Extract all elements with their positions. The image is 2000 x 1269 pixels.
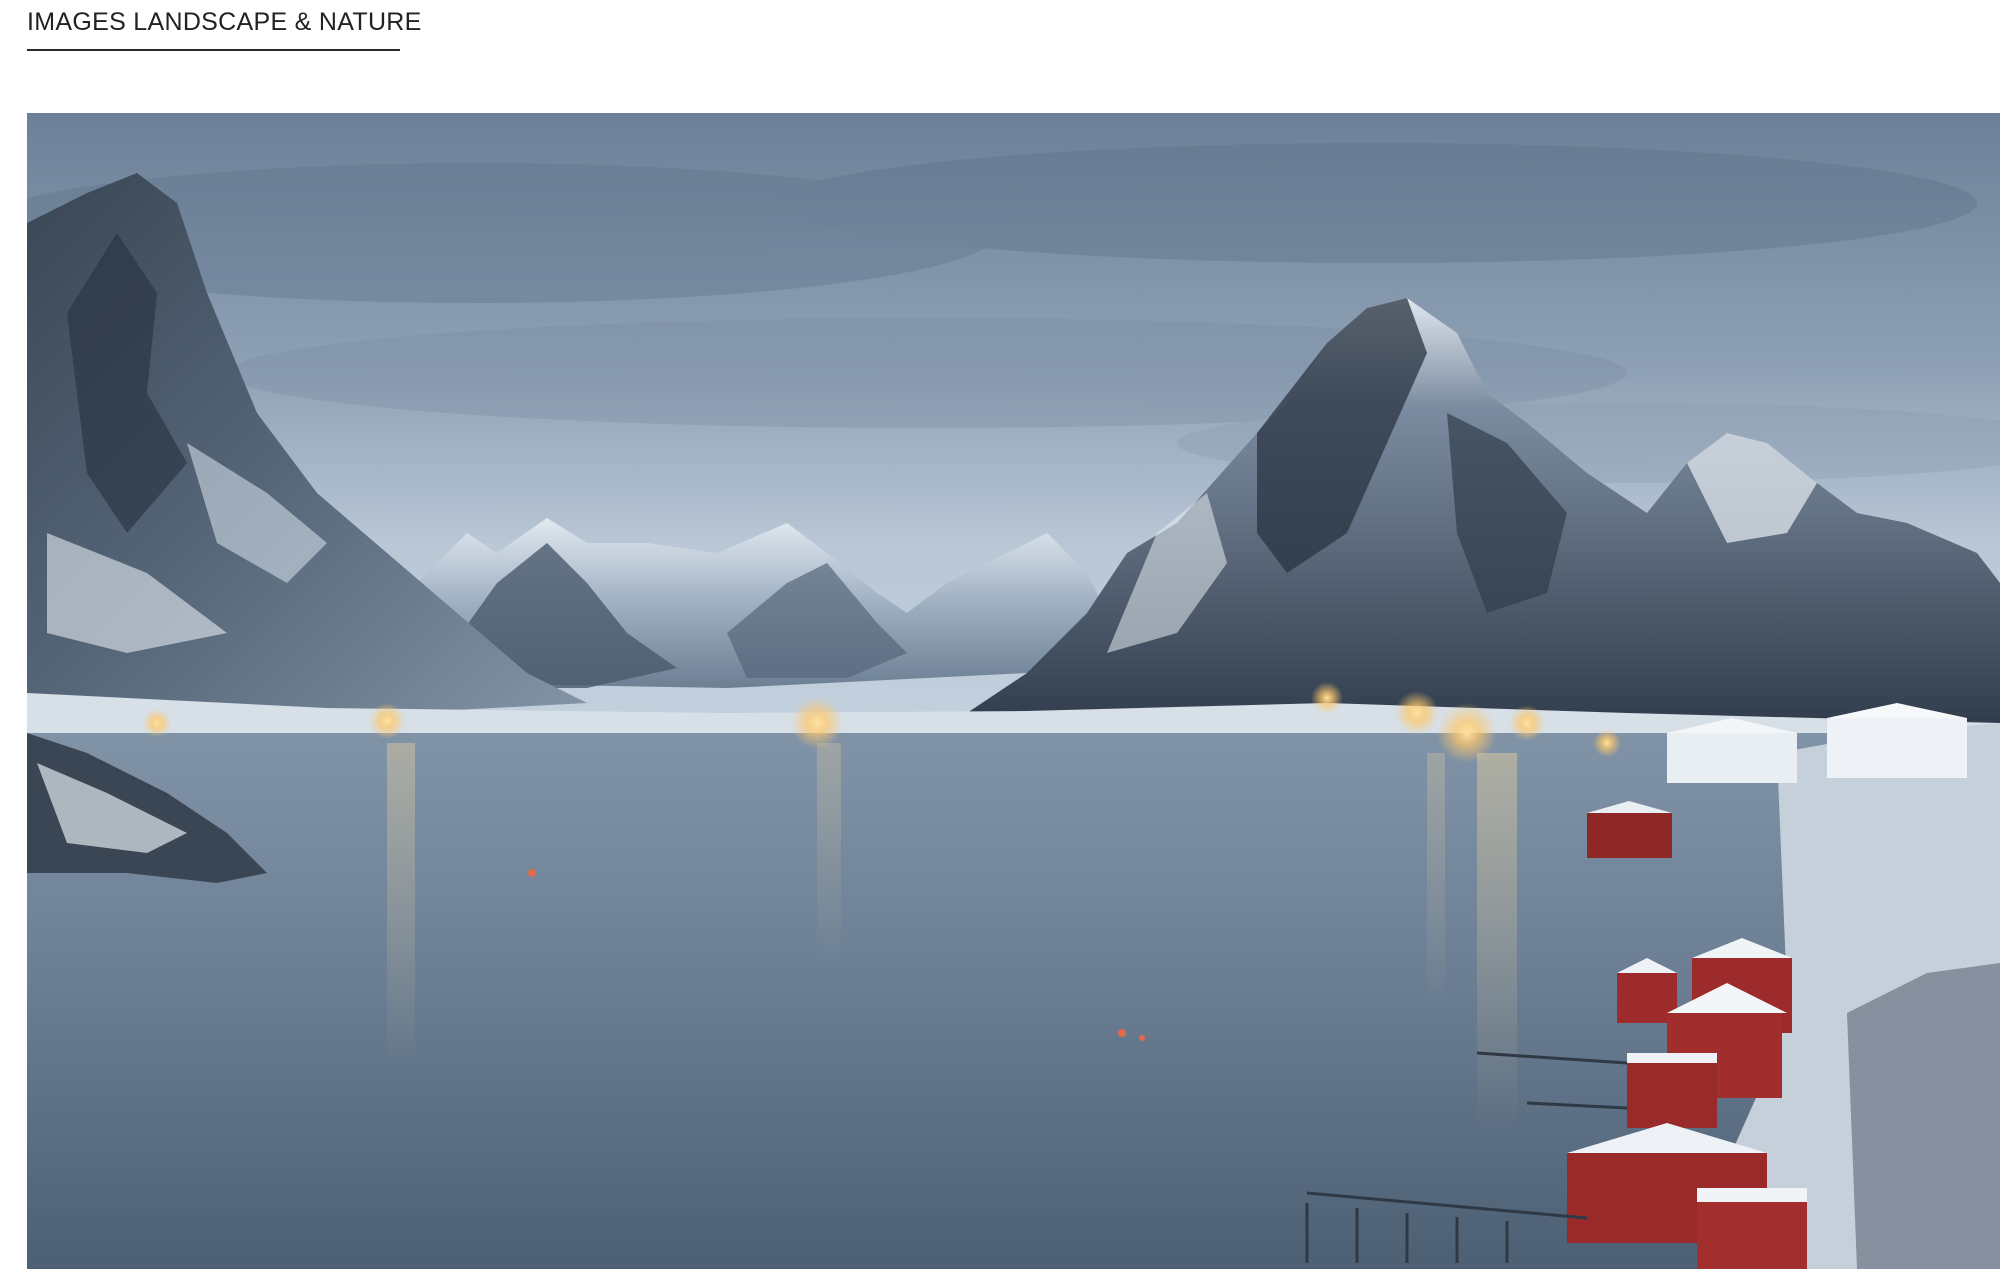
landscape-photo[interactable] (27, 113, 2000, 1269)
landscape-photo-illustration (27, 113, 2000, 1269)
section-heading: IMAGES LANDSCAPE & NATURE (27, 8, 421, 51)
section-title: IMAGES LANDSCAPE & NATURE (27, 8, 422, 36)
